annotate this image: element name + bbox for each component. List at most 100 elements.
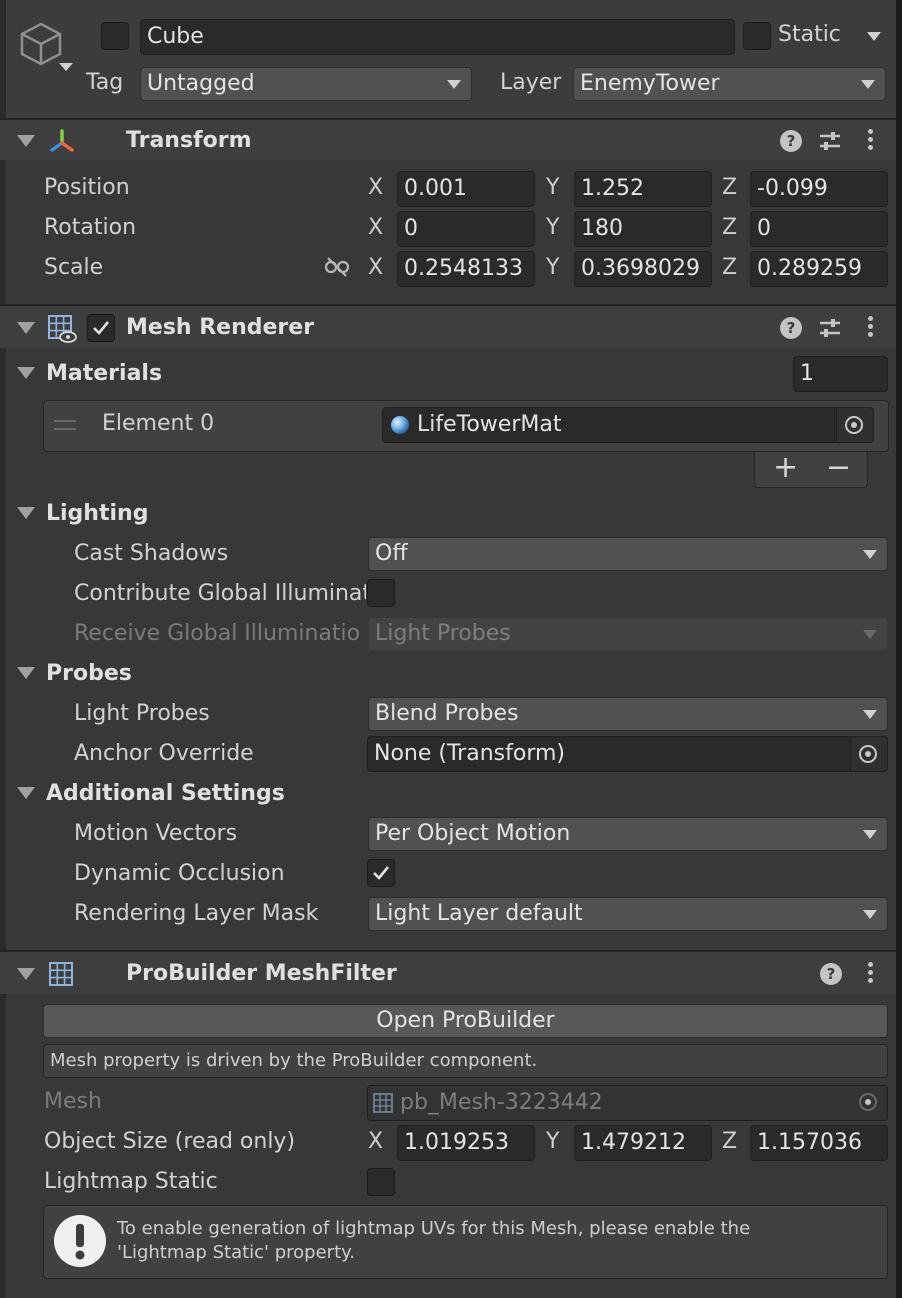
cast-shadows-dropdown[interactable]: Off (368, 537, 888, 571)
active-checkbox[interactable] (101, 22, 129, 50)
scale-z-field[interactable]: 0.289259 (750, 251, 888, 287)
layer-label: Layer (500, 70, 562, 95)
scale-y-value: 0.3698029 (581, 256, 700, 281)
open-probuilder-button[interactable]: Open ProBuilder (43, 1004, 888, 1038)
position-z-field[interactable]: -0.099 (750, 171, 888, 207)
position-y-field[interactable]: 1.252 (574, 171, 712, 207)
chevron-down-icon (863, 910, 877, 919)
tag-dropdown[interactable]: Untagged (140, 67, 472, 101)
anchor-override-field[interactable]: None (Transform) (367, 736, 888, 772)
static-dropdown-caret[interactable] (867, 32, 881, 41)
light-probes-dropdown[interactable]: Blend Probes (368, 697, 888, 731)
receive-gi-value: Light Probes (375, 621, 511, 646)
object-name-input[interactable]: Cube (140, 19, 735, 55)
scale-x-field[interactable]: 0.2548133 (397, 251, 535, 287)
preset-icon[interactable] (818, 316, 842, 340)
scale-y-field[interactable]: 0.3698029 (574, 251, 712, 287)
size-y-value: 1.479212 (581, 1130, 686, 1155)
motion-vectors-dropdown[interactable]: Per Object Motion (368, 817, 888, 851)
transform-icon (50, 129, 74, 152)
rotation-z-field[interactable]: 0 (750, 211, 888, 247)
position-x-label[interactable]: X (368, 175, 383, 200)
help-icon[interactable]: ? (780, 130, 802, 152)
materials-foldout-icon[interactable] (17, 367, 35, 379)
materials-label[interactable]: Materials (46, 361, 162, 386)
position-z-label[interactable]: Z (722, 175, 737, 200)
static-checkbox[interactable] (743, 22, 771, 50)
position-y-label[interactable]: Y (546, 175, 559, 200)
mesh-renderer-header[interactable]: Mesh Renderer ? (0, 304, 896, 348)
more-icon[interactable] (868, 316, 874, 340)
object-picker-icon[interactable] (859, 745, 877, 763)
more-icon[interactable] (868, 129, 874, 153)
rotation-x-value: 0 (404, 216, 418, 241)
scale-z-label[interactable]: Z (722, 255, 737, 280)
position-x-field[interactable]: 0.001 (397, 171, 535, 207)
more-icon[interactable] (868, 962, 874, 986)
lightmap-static-checkbox[interactable] (367, 1168, 395, 1196)
rotation-y-label[interactable]: Y (546, 215, 559, 240)
dynamic-occlusion-checkbox[interactable] (367, 859, 395, 887)
element-0-field[interactable]: LifeTowerMat (382, 407, 874, 443)
cast-shadows-value: Off (375, 541, 408, 566)
rotation-z-label[interactable]: Z (722, 215, 737, 240)
materials-count-value: 1 (800, 361, 814, 386)
mesh-renderer-enabled-checkbox[interactable] (87, 314, 115, 342)
remove-element-button[interactable]: − (826, 450, 851, 485)
rendering-layer-dropdown[interactable]: Light Layer default (368, 897, 888, 931)
scale-x-label[interactable]: X (368, 255, 383, 280)
lightmap-static-label: Lightmap Static (44, 1169, 218, 1194)
foldout-arrow-icon[interactable] (17, 322, 35, 334)
chevron-down-icon (863, 710, 877, 719)
rotation-x-label[interactable]: X (368, 215, 383, 240)
transform-header[interactable]: Transform ? (0, 118, 896, 160)
rotation-x-field[interactable]: 0 (397, 211, 535, 247)
anchor-override-value: None (Transform) (374, 741, 565, 766)
cube-icon[interactable] (18, 20, 64, 70)
help-icon[interactable]: ? (780, 317, 802, 339)
rendering-layer-value: Light Layer default (375, 901, 583, 926)
foldout-arrow-icon[interactable] (17, 968, 35, 980)
lighting-label[interactable]: Lighting (46, 501, 148, 526)
warning-line-2: 'Lightmap Static' property. (117, 1242, 355, 1263)
help-icon[interactable]: ? (820, 963, 842, 985)
material-sphere-icon (391, 416, 409, 434)
preset-icon[interactable] (818, 129, 842, 153)
object-picker-icon[interactable] (845, 416, 863, 434)
layer-dropdown[interactable]: EnemyTower (573, 67, 886, 101)
motion-vectors-value: Per Object Motion (375, 821, 571, 846)
object-picker-icon (859, 1093, 877, 1111)
icon-dropdown-caret[interactable] (59, 63, 73, 71)
probes-foldout-icon[interactable] (17, 667, 35, 679)
cast-shadows-label: Cast Shadows (74, 541, 229, 566)
anchor-override-label: Anchor Override (74, 741, 254, 766)
position-y-value: 1.252 (581, 176, 644, 201)
scale-x-value: 0.2548133 (404, 256, 523, 281)
size-x-value: 1.019253 (404, 1130, 509, 1155)
probuilder-title: ProBuilder MeshFilter (126, 961, 397, 986)
checkmark-icon (373, 866, 390, 880)
contribute-gi-checkbox[interactable] (367, 579, 395, 607)
probes-label[interactable]: Probes (46, 661, 132, 686)
warning-icon (54, 1215, 106, 1267)
foldout-arrow-icon[interactable] (17, 135, 35, 147)
drag-handle-icon[interactable] (54, 420, 76, 430)
position-label: Position (44, 175, 130, 200)
add-element-button[interactable]: + (773, 450, 798, 485)
scale-y-label[interactable]: Y (546, 255, 559, 280)
additional-settings-foldout-icon[interactable] (17, 787, 35, 799)
rotation-y-field[interactable]: 180 (574, 211, 712, 247)
additional-settings-label[interactable]: Additional Settings (46, 781, 285, 806)
mesh-field: pb_Mesh-3223442 (367, 1085, 888, 1121)
probuilder-header[interactable]: ProBuilder MeshFilter ? (0, 950, 896, 994)
lighting-foldout-icon[interactable] (17, 507, 35, 519)
materials-count-field[interactable]: 1 (793, 356, 888, 392)
mesh-renderer-icon (48, 315, 77, 343)
mesh-renderer-title: Mesh Renderer (126, 315, 315, 340)
tag-value: Untagged (147, 71, 255, 96)
size-z-field: 1.157036 (750, 1125, 888, 1161)
checkmark-icon (93, 321, 110, 335)
unlinked-scale-icon[interactable] (324, 256, 350, 278)
info-box: Mesh property is driven by the ProBuilde… (43, 1044, 888, 1078)
warning-line-1: To enable generation of lightmap UVs for… (117, 1218, 751, 1239)
